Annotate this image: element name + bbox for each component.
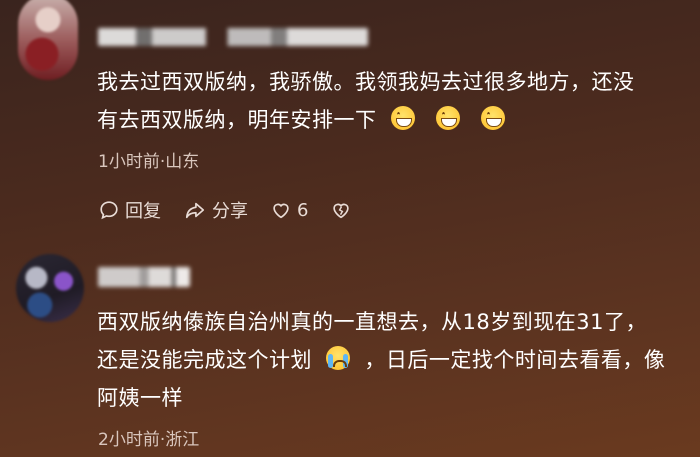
- share-icon: [185, 202, 205, 219]
- reply-icon: [100, 201, 118, 220]
- avatar[interactable]: [16, 254, 84, 322]
- comment-text: 我去过西双版纳，我骄傲。我领我妈去过很多地方，还没 有去西双版纳，明年安排一下: [97, 70, 635, 132]
- username-blurred[interactable]: [98, 28, 368, 46]
- share-button[interactable]: 分享: [183, 197, 248, 223]
- like-count: 6: [297, 199, 309, 221]
- grin-icon: [481, 106, 506, 130]
- broken-heart-icon: [333, 203, 350, 219]
- username-blurred[interactable]: [98, 267, 190, 287]
- reply-button[interactable]: 回复: [98, 197, 161, 223]
- comment-actions: 回复 分享 6: [98, 197, 379, 223]
- crying-face-icon: [326, 346, 351, 370]
- comment-text: 西双版纳傣族自治州真的一直想去，从18岁到现在31了， 还是没能完成这个计划 ，…: [97, 310, 666, 410]
- heart-icon: [273, 203, 289, 219]
- grin-icon: [390, 106, 415, 130]
- comment-meta: 1小时前·山东: [98, 152, 200, 172]
- like-button[interactable]: 6: [270, 199, 308, 221]
- avatar[interactable]: [18, 0, 78, 80]
- dislike-button[interactable]: [330, 199, 357, 221]
- comment-meta: 2小时前·浙江: [98, 430, 200, 450]
- grin-icon: [435, 106, 460, 130]
